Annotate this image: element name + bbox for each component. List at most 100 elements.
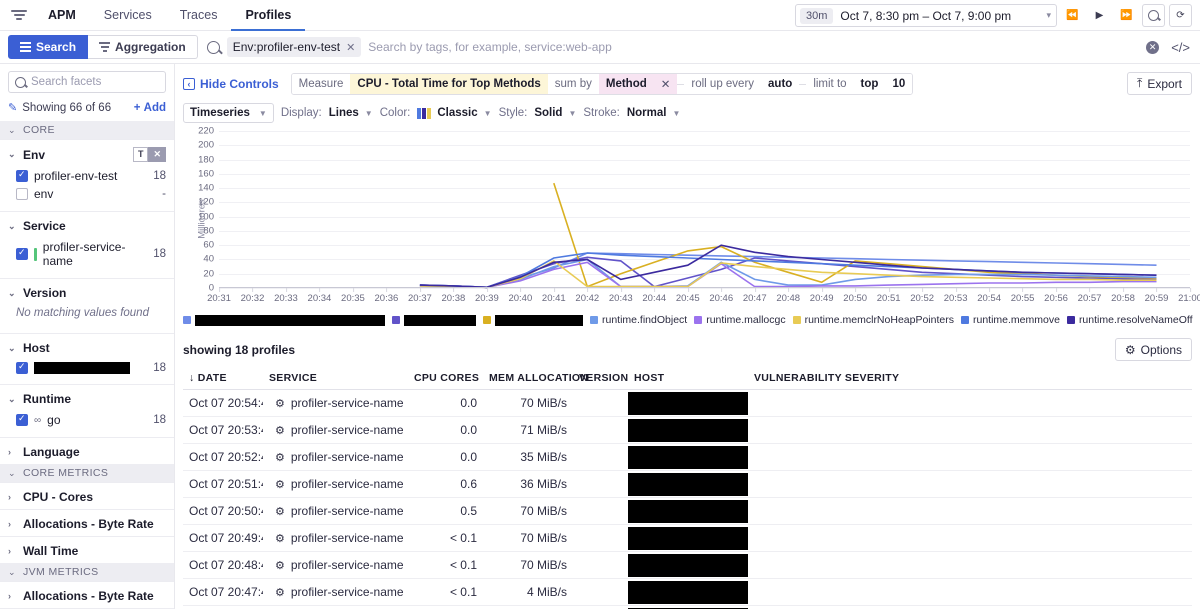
facet-wall-time[interactable]: › Wall Time (0, 536, 174, 563)
checkbox[interactable] (16, 188, 28, 200)
legend-item[interactable]: runtime.memmove (960, 314, 1060, 326)
legend-item[interactable]: runtime.mallocgc (694, 314, 786, 326)
facet-value[interactable]: profiler-env-test 18 (0, 167, 174, 185)
time-step-forward-button[interactable]: ⏩ (1115, 4, 1138, 27)
legend-item[interactable] (483, 314, 583, 326)
chart-line-series (420, 245, 1157, 287)
refresh-button[interactable]: ⟳ (1169, 4, 1192, 27)
facet-language[interactable]: › Language (0, 437, 174, 464)
display-select[interactable]: Lines ▼ (329, 107, 373, 119)
code-view-icon[interactable]: </> (1171, 40, 1190, 55)
search-input[interactable]: Env:profiler-env-test ✕ Search by tags, … (206, 35, 1147, 59)
column-header-date[interactable]: ↓ DATE (183, 367, 263, 390)
time-range-picker[interactable]: 30m Oct 7, 8:30 pm – Oct 7, 9:00 pm ▾ (795, 4, 1057, 27)
checkbox[interactable] (16, 247, 28, 260)
chart-plot-area[interactable]: 0 20 40 60 80 100 120 140 160 180 200 220 (198, 126, 1190, 294)
facet-value[interactable]: 18 (0, 360, 174, 376)
stroke-select[interactable]: Normal ▼ (627, 107, 681, 119)
column-header-cpu-cores[interactable]: CPU CORES (408, 367, 483, 390)
sort-arrow-icon: ↓ (189, 372, 195, 384)
facet-allocations-byte-rate[interactable]: › Allocations - Byte Rate (0, 509, 174, 536)
sum-by-value[interactable]: Method (598, 73, 654, 94)
chevron-down-icon: ⌄ (8, 287, 16, 298)
table-row[interactable]: Oct 07 20:54:43 ⚙ profiler-service-name 0.0… (183, 389, 1192, 417)
column-header-vulnerability-severity[interactable]: VULNERABILITY SEVERITY (748, 367, 1192, 390)
viz-type-select[interactable]: Timeseries ▼ (183, 103, 274, 123)
table-row[interactable]: Oct 07 20:48:43 ⚙ profiler-service-name < 0… (183, 551, 1192, 579)
cell-service: ⚙ profiler-service-name (263, 551, 408, 579)
table-row[interactable]: Oct 07 20:46:43⚙profiler-service-name1.1… (183, 605, 1192, 609)
pencil-icon[interactable]: ✎ (8, 101, 17, 114)
cell-cpu-cores: 1.1 (408, 605, 483, 609)
checkbox[interactable] (16, 169, 28, 182)
table-row[interactable]: Oct 07 20:49:43 ⚙ profiler-service-name < 0… (183, 524, 1192, 552)
limit-value[interactable]: 10 (885, 73, 913, 94)
legend-item[interactable]: runtime.memclrNoHeapPointers (792, 314, 954, 326)
legend-item[interactable]: runtime.resolveNameOff (1066, 314, 1193, 326)
add-facet-button[interactable]: + Add (134, 102, 166, 114)
tab-search[interactable]: Search (8, 35, 89, 59)
table-row[interactable]: Oct 07 20:52:43 ⚙ profiler-service-name 0.0… (183, 443, 1192, 471)
color-select[interactable]: Classic ▼ (417, 107, 492, 119)
hide-controls-button[interactable]: ‹ Hide Controls (183, 77, 279, 91)
facet-value[interactable]: ∞ go 18 (0, 411, 174, 429)
column-header-mem-allocation[interactable]: MEM ALLOCATION (483, 367, 588, 390)
style-select[interactable]: Solid ▼ (534, 107, 576, 119)
rollup-value[interactable]: auto (761, 73, 800, 94)
legend-item[interactable] (183, 314, 385, 326)
x-axis-tick: 20:31 (207, 288, 231, 304)
facet-badge-clear[interactable]: ✕ (148, 147, 166, 162)
legend-item[interactable] (392, 314, 476, 326)
nav-item-traces[interactable]: Traces (166, 0, 232, 31)
facet-group-label: JVM METRICS (23, 566, 99, 578)
column-header-service[interactable]: SERVICE (263, 367, 408, 390)
table-row[interactable]: Oct 07 20:50:43 ⚙ profiler-service-name 0.5… (183, 497, 1192, 525)
facet-group-jvm-metrics[interactable]: ⌄ JVM METRICS (0, 563, 174, 581)
facet-group-core[interactable]: ⌄ CORE (0, 121, 174, 139)
facet-version[interactable]: ⌄ Version (0, 278, 174, 305)
redacted-host (628, 580, 748, 604)
nav-item-profiles[interactable]: Profiles (231, 0, 305, 31)
facet-type-badge[interactable]: T ✕ (132, 147, 166, 162)
legend-item[interactable]: runtime.findObject (590, 314, 687, 326)
table-row[interactable]: Oct 07 20:53:43 ⚙ profiler-service-name 0.0… (183, 416, 1192, 444)
facet-group-core-metrics[interactable]: ⌄ CORE METRICS (0, 464, 174, 482)
time-step-back-button[interactable]: ⏪ (1061, 4, 1084, 27)
facet-value[interactable]: profiler-service-name 18 (0, 238, 174, 270)
facet-runtime[interactable]: ⌄ Runtime (0, 384, 174, 411)
search-icon-button[interactable] (1142, 4, 1165, 27)
facet-search-input[interactable]: Search facets (8, 71, 166, 93)
cell-service: ⚙ profiler-service-name (263, 578, 408, 606)
filter-chip-env[interactable]: Env:profiler-env-test ✕ (226, 37, 362, 57)
gear-icon: ⚙ (1124, 342, 1136, 357)
facet-value[interactable]: env - (0, 185, 174, 203)
table-row[interactable]: Oct 07 20:47:43 ⚙ profiler-service-name < 0… (183, 578, 1192, 606)
facet-allocations-byte-rate[interactable]: › Allocations - Byte Rate (0, 581, 174, 608)
cell-service-label: profiler-service-name (290, 423, 404, 437)
checkbox[interactable] (16, 413, 28, 426)
nav-item-services[interactable]: Services (90, 0, 166, 31)
checkbox[interactable] (16, 361, 28, 374)
column-header-host[interactable]: HOST (628, 367, 748, 390)
facet-host[interactable]: ⌄ Host (0, 333, 174, 360)
limit-direction[interactable]: top (853, 73, 886, 94)
close-icon[interactable]: ✕ (346, 41, 355, 54)
facet-value-count: 18 (153, 362, 166, 374)
facet-service[interactable]: ⌄ Service (0, 211, 174, 238)
facet-cpu-cores[interactable]: › CPU - Cores (0, 482, 174, 509)
measure-value[interactable]: CPU - Total Time for Top Methods (350, 73, 548, 94)
facet-env[interactable]: ⌄ Env T ✕ (0, 139, 174, 167)
sum-by-remove-icon[interactable]: ✕ (653, 73, 678, 94)
column-header-version[interactable]: VERSION (573, 367, 628, 390)
export-button[interactable]: ⤒ Export (1127, 72, 1192, 95)
upload-icon: ⤒ (1137, 76, 1143, 90)
time-play-button[interactable]: ▶ (1088, 4, 1111, 27)
timeseries-chart[interactable]: Millicores 0 20 40 60 80 100 120 140 160 180 200 22… (183, 126, 1200, 306)
chevron-down-icon: ▼ (483, 108, 492, 118)
tab-aggregation[interactable]: Aggregation (88, 35, 198, 59)
table-row[interactable]: Oct 07 20:51:43 ⚙ profiler-service-name 0.6… (183, 470, 1192, 498)
x-axis-tick: 20:50 (843, 288, 868, 304)
clear-search-button[interactable]: ✕ (1146, 40, 1160, 54)
nav-item-apm[interactable]: APM (34, 0, 90, 31)
options-button[interactable]: ⚙ Options (1114, 338, 1192, 361)
